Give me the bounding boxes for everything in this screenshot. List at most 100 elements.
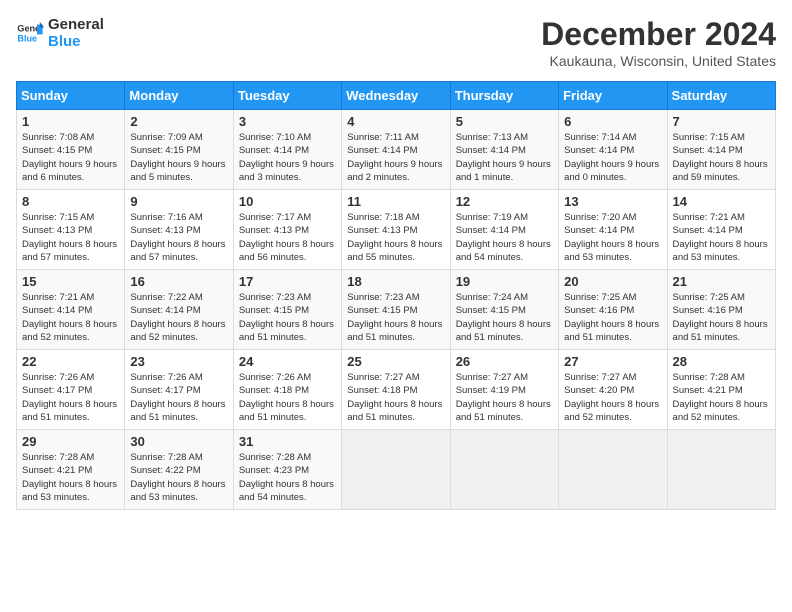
calendar-day-cell: 28 Sunrise: 7:28 AMSunset: 4:21 PMDayligh… xyxy=(667,350,775,430)
day-number: 29 xyxy=(22,434,119,449)
day-number: 7 xyxy=(673,114,770,129)
day-number: 6 xyxy=(564,114,661,129)
calendar-day-cell: 23 Sunrise: 7:26 AMSunset: 4:17 PMDayligh… xyxy=(125,350,233,430)
calendar-day-cell: 4 Sunrise: 7:11 AMSunset: 4:14 PMDaylight… xyxy=(342,110,450,190)
day-info: Sunrise: 7:11 AMSunset: 4:14 PMDaylight … xyxy=(347,131,444,184)
weekday-header: Wednesday xyxy=(342,82,450,110)
calendar-day-cell: 29 Sunrise: 7:28 AMSunset: 4:21 PMDayligh… xyxy=(17,430,125,510)
calendar-day-cell: 14 Sunrise: 7:21 AMSunset: 4:14 PMDayligh… xyxy=(667,190,775,270)
weekday-header: Friday xyxy=(559,82,667,110)
calendar-week-row: 29 Sunrise: 7:28 AMSunset: 4:21 PMDayligh… xyxy=(17,430,776,510)
calendar-week-row: 22 Sunrise: 7:26 AMSunset: 4:17 PMDayligh… xyxy=(17,350,776,430)
day-number: 31 xyxy=(239,434,336,449)
calendar-day-cell: 8 Sunrise: 7:15 AMSunset: 4:13 PMDaylight… xyxy=(17,190,125,270)
day-number: 17 xyxy=(239,274,336,289)
day-number: 2 xyxy=(130,114,227,129)
day-info: Sunrise: 7:19 AMSunset: 4:14 PMDaylight … xyxy=(456,211,553,264)
calendar-day-cell: 12 Sunrise: 7:19 AMSunset: 4:14 PMDayligh… xyxy=(450,190,558,270)
day-info: Sunrise: 7:15 AMSunset: 4:14 PMDaylight … xyxy=(673,131,770,184)
calendar-day-cell xyxy=(342,430,450,510)
day-info: Sunrise: 7:26 AMSunset: 4:17 PMDaylight … xyxy=(22,371,119,424)
day-info: Sunrise: 7:27 AMSunset: 4:19 PMDaylight … xyxy=(456,371,553,424)
day-info: Sunrise: 7:09 AMSunset: 4:15 PMDaylight … xyxy=(130,131,227,184)
day-number: 4 xyxy=(347,114,444,129)
day-info: Sunrise: 7:25 AMSunset: 4:16 PMDaylight … xyxy=(673,291,770,344)
day-number: 14 xyxy=(673,194,770,209)
calendar-week-row: 1Sunrise: 7:08 AMSunset: 4:15 PMDaylight… xyxy=(17,110,776,190)
day-number: 24 xyxy=(239,354,336,369)
day-number: 1 xyxy=(22,114,119,129)
calendar-day-cell xyxy=(450,430,558,510)
calendar-day-cell: 20 Sunrise: 7:25 AMSunset: 4:16 PMDayligh… xyxy=(559,270,667,350)
day-info: Sunrise: 7:22 AMSunset: 4:14 PMDaylight … xyxy=(130,291,227,344)
weekday-header: Tuesday xyxy=(233,82,341,110)
calendar-day-cell: 6 Sunrise: 7:14 AMSunset: 4:14 PMDaylight… xyxy=(559,110,667,190)
day-info: Sunrise: 7:21 AMSunset: 4:14 PMDaylight … xyxy=(22,291,119,344)
calendar-day-cell: 17 Sunrise: 7:23 AMSunset: 4:15 PMDayligh… xyxy=(233,270,341,350)
calendar-day-cell: 18 Sunrise: 7:23 AMSunset: 4:15 PMDayligh… xyxy=(342,270,450,350)
calendar-day-cell: 22 Sunrise: 7:26 AMSunset: 4:17 PMDayligh… xyxy=(17,350,125,430)
calendar-day-cell: 21 Sunrise: 7:25 AMSunset: 4:16 PMDayligh… xyxy=(667,270,775,350)
calendar-day-cell: 16 Sunrise: 7:22 AMSunset: 4:14 PMDayligh… xyxy=(125,270,233,350)
calendar-day-cell: 24 Sunrise: 7:26 AMSunset: 4:18 PMDayligh… xyxy=(233,350,341,430)
weekday-header: Sunday xyxy=(17,82,125,110)
day-info: Sunrise: 7:28 AMSunset: 4:21 PMDaylight … xyxy=(22,451,119,504)
day-number: 3 xyxy=(239,114,336,129)
day-info: Sunrise: 7:26 AMSunset: 4:17 PMDaylight … xyxy=(130,371,227,424)
calendar-week-row: 15Sunrise: 7:21 AMSunset: 4:14 PMDayligh… xyxy=(17,270,776,350)
day-info: Sunrise: 7:28 AMSunset: 4:23 PMDaylight … xyxy=(239,451,336,504)
calendar-day-cell: 2 Sunrise: 7:09 AMSunset: 4:15 PMDaylight… xyxy=(125,110,233,190)
day-info: Sunrise: 7:21 AMSunset: 4:14 PMDaylight … xyxy=(673,211,770,264)
day-info: Sunrise: 7:27 AMSunset: 4:18 PMDaylight … xyxy=(347,371,444,424)
day-number: 22 xyxy=(22,354,119,369)
day-number: 28 xyxy=(673,354,770,369)
day-info: Sunrise: 7:23 AMSunset: 4:15 PMDaylight … xyxy=(347,291,444,344)
day-number: 18 xyxy=(347,274,444,289)
day-number: 16 xyxy=(130,274,227,289)
day-number: 27 xyxy=(564,354,661,369)
calendar-title: December 2024 xyxy=(541,16,776,53)
day-info: Sunrise: 7:14 AMSunset: 4:14 PMDaylight … xyxy=(564,131,661,184)
day-number: 12 xyxy=(456,194,553,209)
weekday-header: Monday xyxy=(125,82,233,110)
calendar-day-cell: 11Sunrise: 7:18 AMSunset: 4:13 PMDayligh… xyxy=(342,190,450,270)
day-info: Sunrise: 7:18 AMSunset: 4:13 PMDaylight … xyxy=(347,211,444,264)
calendar-day-cell xyxy=(559,430,667,510)
calendar-day-cell: 1Sunrise: 7:08 AMSunset: 4:15 PMDaylight… xyxy=(17,110,125,190)
day-number: 21 xyxy=(673,274,770,289)
day-number: 23 xyxy=(130,354,227,369)
calendar-day-cell: 15Sunrise: 7:21 AMSunset: 4:14 PMDayligh… xyxy=(17,270,125,350)
calendar-header: SundayMondayTuesdayWednesdayThursdayFrid… xyxy=(17,82,776,110)
day-info: Sunrise: 7:13 AMSunset: 4:14 PMDaylight … xyxy=(456,131,553,184)
day-info: Sunrise: 7:25 AMSunset: 4:16 PMDaylight … xyxy=(564,291,661,344)
day-info: Sunrise: 7:24 AMSunset: 4:15 PMDaylight … xyxy=(456,291,553,344)
day-number: 10 xyxy=(239,194,336,209)
calendar-day-cell: 5 Sunrise: 7:13 AMSunset: 4:14 PMDaylight… xyxy=(450,110,558,190)
day-info: Sunrise: 7:27 AMSunset: 4:20 PMDaylight … xyxy=(564,371,661,424)
calendar-day-cell: 25 Sunrise: 7:27 AMSunset: 4:18 PMDayligh… xyxy=(342,350,450,430)
day-info: Sunrise: 7:15 AMSunset: 4:13 PMDaylight … xyxy=(22,211,119,264)
day-number: 20 xyxy=(564,274,661,289)
title-section: December 2024 Kaukauna, Wisconsin, Unite… xyxy=(541,16,776,69)
day-number: 26 xyxy=(456,354,553,369)
day-number: 9 xyxy=(130,194,227,209)
calendar-day-cell: 26 Sunrise: 7:27 AMSunset: 4:19 PMDayligh… xyxy=(450,350,558,430)
calendar-day-cell: 13 Sunrise: 7:20 AMSunset: 4:14 PMDayligh… xyxy=(559,190,667,270)
logo-name2: Blue xyxy=(48,33,104,50)
header: General Blue General Blue December 2024 … xyxy=(16,16,776,69)
weekday-header: Thursday xyxy=(450,82,558,110)
day-info: Sunrise: 7:28 AMSunset: 4:22 PMDaylight … xyxy=(130,451,227,504)
calendar-day-cell: 27 Sunrise: 7:27 AMSunset: 4:20 PMDayligh… xyxy=(559,350,667,430)
day-number: 25 xyxy=(347,354,444,369)
day-number: 8 xyxy=(22,194,119,209)
day-info: Sunrise: 7:26 AMSunset: 4:18 PMDaylight … xyxy=(239,371,336,424)
day-info: Sunrise: 7:20 AMSunset: 4:14 PMDaylight … xyxy=(564,211,661,264)
day-info: Sunrise: 7:23 AMSunset: 4:15 PMDaylight … xyxy=(239,291,336,344)
day-number: 13 xyxy=(564,194,661,209)
logo: General Blue General Blue xyxy=(16,16,104,51)
day-info: Sunrise: 7:28 AMSunset: 4:21 PMDaylight … xyxy=(673,371,770,424)
calendar-day-cell: 9Sunrise: 7:16 AMSunset: 4:13 PMDaylight… xyxy=(125,190,233,270)
day-number: 5 xyxy=(456,114,553,129)
logo-icon: General Blue xyxy=(16,19,44,47)
svg-text:Blue: Blue xyxy=(17,34,37,44)
